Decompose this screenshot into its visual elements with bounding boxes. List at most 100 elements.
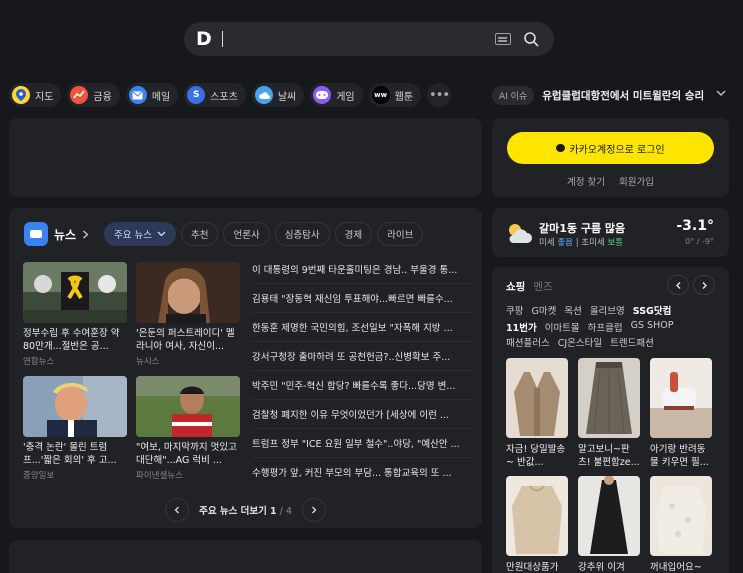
- product-image: [650, 358, 712, 438]
- news-thumb-image: [136, 262, 240, 323]
- tab-top-news[interactable]: 주요 뉴스: [104, 222, 176, 246]
- search-bar[interactable]: D: [184, 22, 554, 56]
- product-image: [578, 358, 640, 438]
- tab-label: 주요 뉴스: [114, 230, 152, 241]
- mall-link[interactable]: 트렌드패션: [610, 335, 654, 349]
- news-header[interactable]: 뉴스: [24, 222, 89, 246]
- news-headline[interactable]: 검찰청 폐지한 이유 무엇이었던가 [세상에 이런 ...: [252, 402, 472, 429]
- quick-link-webtoon[interactable]: ww 웹툰: [368, 83, 422, 107]
- product-caption: 꺼내입어요~: [650, 562, 702, 573]
- product-item[interactable]: 아기랑 반려동물 키우면 필...: [650, 358, 712, 469]
- more-dots-icon: •••: [429, 87, 450, 103]
- quick-link-game[interactable]: 게임: [310, 83, 363, 107]
- product-item[interactable]: 강추위 이겨: [578, 476, 640, 573]
- keyboard-icon[interactable]: [495, 33, 511, 45]
- news-thumb-item[interactable]: '충격 논란' 몰린 트럼프...'짧은 회의' 후 고... 중앙일보: [23, 376, 127, 481]
- news-headline[interactable]: 김용태 "장동혁 재신임 투표해야...빠르면 빠를수...: [252, 286, 472, 313]
- chevron-down-icon[interactable]: [716, 88, 726, 98]
- kakao-login-button[interactable]: 카카오계정으로 로그인: [507, 132, 714, 164]
- chevron-right-icon: [702, 281, 707, 289]
- news-headline[interactable]: 강서구청장 출마하려 또 공천헌금?..신병확보 주...: [252, 344, 472, 371]
- news-thumb-item[interactable]: '은둔의 퍼스트레이디' 멜라니아 여사, 자신이... 뉴시스: [136, 262, 240, 367]
- current-temperature: -3.1°: [676, 218, 714, 234]
- mall-link[interactable]: 이마트몰: [545, 320, 580, 334]
- mall-link[interactable]: GS SHOP: [631, 320, 674, 334]
- search-input[interactable]: [226, 29, 466, 49]
- webtoon-icon: ww: [371, 86, 390, 104]
- news-title: 뉴스: [54, 227, 77, 242]
- more-news-link[interactable]: 주요 뉴스 더보기 1 / 4: [199, 503, 292, 517]
- quick-link-map[interactable]: 지도: [9, 83, 62, 107]
- daum-logo[interactable]: D: [196, 29, 212, 49]
- chevron-down-icon: [157, 231, 166, 237]
- mall-link[interactable]: 쿠팡: [506, 303, 523, 317]
- news-thumb-image: [136, 376, 240, 437]
- tab-mens[interactable]: 멘즈: [533, 279, 552, 294]
- news-headline[interactable]: 박주민 "민주-혁신 합당? 빠를수록 좋다...당명 변...: [252, 373, 472, 400]
- product-caption: 아기랑 반려동물 키우면 필...: [650, 444, 709, 468]
- ai-issue-text[interactable]: 유럽클럽대항전에서 미트윌란의 승리: [542, 88, 704, 103]
- search-icon[interactable]: [523, 31, 539, 47]
- tab-press[interactable]: 언론사: [223, 222, 270, 246]
- product-image: [578, 476, 640, 556]
- tab-live[interactable]: 라이브: [377, 222, 424, 246]
- mall-link[interactable]: 옥션: [564, 303, 581, 317]
- news-headline[interactable]: 트럼프 정부 "ICE 요원 일부 철수"..야당, "예산안 ...: [252, 431, 472, 458]
- dust-label: 미세: [539, 238, 555, 248]
- tab-label: 경제: [344, 230, 363, 241]
- news-panel: 뉴스 주요 뉴스 추천 언론사 심층탐사 경제 라이브 정부수립 후 수여훈장 …: [9, 208, 482, 528]
- tab-label: 언론사: [233, 230, 260, 241]
- product-caption: 강추위 이겨: [578, 562, 625, 573]
- mall-link[interactable]: 패션플러스: [506, 335, 550, 349]
- news-thumb-image: [23, 376, 127, 437]
- chevron-right-icon: [83, 230, 89, 238]
- product-item[interactable]: 꺼내입어요~: [650, 476, 712, 573]
- mall-link[interactable]: G마켓: [531, 303, 556, 317]
- quick-link-label: 지도: [35, 91, 54, 103]
- product-item[interactable]: 알고보니~판츠! 불편함ze...: [578, 358, 640, 469]
- news-headline[interactable]: 한동훈 제명한 국민의힘, 조선일보 "자폭해 지방 ...: [252, 315, 472, 342]
- quick-link-finance[interactable]: 금융: [67, 83, 120, 107]
- product-item[interactable]: 자금! 당일발송~ 반값...: [506, 358, 568, 469]
- tab-shopping[interactable]: 쇼핑: [506, 279, 525, 294]
- mall-link[interactable]: SSG닷컴: [633, 303, 672, 317]
- prev-page-button[interactable]: [165, 498, 190, 522]
- more-services-button[interactable]: •••: [427, 83, 452, 107]
- sports-icon: S: [187, 86, 206, 104]
- mall-link[interactable]: 11번가: [506, 320, 537, 334]
- quick-link-sports[interactable]: S 스포츠: [184, 83, 246, 107]
- quick-link-mail[interactable]: 메일: [125, 83, 179, 107]
- dust-value: 좋음: [557, 238, 573, 248]
- news-tabs: 주요 뉴스 추천 언론사 심층탐사 경제 라이브: [104, 222, 424, 246]
- content-card: [9, 540, 482, 573]
- mall-link[interactable]: 하프클럽: [588, 320, 623, 334]
- news-thumb-source: 뉴시스: [136, 357, 160, 367]
- news-headline[interactable]: 수행평가 앞, 커진 부모의 부담... 통합교육의 또 ...: [252, 460, 472, 487]
- news-headline[interactable]: 이 대통령의 9번째 타운홀미팅은 경남.. 부울경 통...: [252, 257, 472, 284]
- product-item[interactable]: 만원대상품가: [506, 476, 568, 573]
- shop-next-button[interactable]: [693, 275, 715, 295]
- ad-banner[interactable]: [9, 118, 482, 197]
- news-thumb-item[interactable]: "여보, 마지막까지 멋있고 대단해"...AG 럭비 ... 파이낸셜뉴스: [136, 376, 240, 481]
- ai-issue-badge: AI 이슈: [492, 85, 535, 105]
- mall-link[interactable]: 올리브영: [590, 303, 625, 317]
- shop-prev-button[interactable]: [667, 275, 689, 295]
- find-account-link[interactable]: 계정 찾기: [567, 174, 605, 188]
- signup-link[interactable]: 회원가입: [619, 174, 654, 188]
- weather-panel[interactable]: 갈마1동 구름 많음 미세 좋음 | 초미세 보통 -3.1° 0° / -9°: [492, 208, 729, 257]
- tab-investigative[interactable]: 심층탐사: [274, 222, 330, 246]
- quick-link-weather[interactable]: 날씨: [251, 83, 305, 107]
- news-thumb-caption: 정부수립 후 수여훈장 약 80만개...절반은 공...: [23, 328, 120, 352]
- next-page-button[interactable]: [301, 498, 326, 522]
- kakao-login-label: 카카오계정으로 로그인: [569, 144, 665, 156]
- news-thumb-source: 중앙일보: [23, 471, 55, 481]
- ai-issue-ticker[interactable]: AI 이슈 유럽클럽대항전에서 미트윌란의 승리: [492, 84, 704, 106]
- mall-link[interactable]: CJ온스타일: [558, 335, 602, 349]
- mall-links-row: 쿠팡 G마켓 옥션 올리브영 SSG닷컴: [506, 303, 721, 317]
- map-pin-icon: [12, 86, 30, 104]
- mail-icon: [128, 86, 147, 104]
- news-thumb-item[interactable]: 정부수립 후 수여훈장 약 80만개...절반은 공... 연합뉴스: [23, 262, 127, 367]
- chevron-left-icon: [174, 506, 180, 514]
- tab-economy[interactable]: 경제: [334, 222, 373, 246]
- tab-recommend[interactable]: 추천: [180, 222, 219, 246]
